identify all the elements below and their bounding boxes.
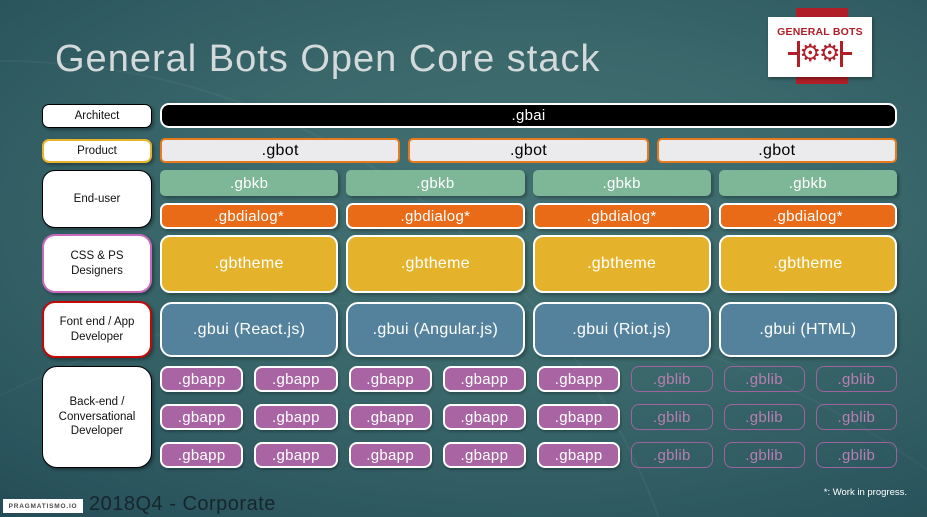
role-label-end-user: End-user [42,170,152,228]
slide-canvas: General Bots Open Core stack GENERAL BOT… [0,0,927,517]
gear-icon: ⚙ ⚙ [788,39,852,69]
layer-row-gbai: .gbai [160,103,897,128]
stack-box-gbapp: .gbapp [537,366,621,392]
stack-box-gbtheme: .gbtheme [160,235,339,293]
role-label-text: Back-end / Conversational Developer [58,396,136,438]
stack-box-gbapp: .gbapp [442,366,526,392]
stack-box-gbkb: .gbkb [160,170,339,196]
role-label-architect: Architect [42,104,152,128]
stack-box-gbapp: .gbapp [442,442,526,468]
stack-box-gbapp: .gbapp [160,404,244,430]
stack-box-gbapp: .gbapp [537,442,621,468]
stack-box-gbapp: .gbapp [254,442,338,468]
layer-row-gbot: .gbot .gbot .gbot [160,138,897,163]
stack-box-gbot: .gbot [656,138,897,163]
stack-box-gblib: .gblib [815,442,897,468]
stack-box-gblib: .gblib [723,366,805,392]
stack-box-gblib: .gblib [631,366,713,392]
stack-box-gblib: .gblib [815,404,897,430]
stack-box-gbtheme: .gbtheme [532,235,711,293]
stack-box-gbui-riot: .gbui (Riot.js) [532,302,711,357]
stack-box-gblib: .gblib [723,442,805,468]
logo-text: GENERAL BOTS [777,25,863,38]
logo-tick-left [788,52,798,55]
stack-box-gbai: .gbai [160,103,897,128]
role-label-product: Product [42,139,152,163]
role-label-front-end-developer: Font end / App Developer [42,301,152,358]
stack-box-gbdialog: .gbdialog* [160,203,339,229]
stack-box-gbtheme: .gbtheme [346,235,525,293]
stack-box-gbui-html: .gbui (HTML) [718,302,897,357]
gear-icon: ⚙ [819,39,841,67]
layer-row-backend-2: .gbapp .gbapp .gbapp .gbapp .gbapp .gbli… [160,404,897,430]
role-label-css-ps-designers: CSS & PS Designers [42,234,152,293]
stack-box-gbtheme: .gbtheme [718,235,897,293]
stack-box-gbdialog: .gbdialog* [532,203,711,229]
gear-icon: ⚙ [799,39,821,67]
stack-box-gblib: .gblib [723,404,805,430]
role-label-text: CSS & PS Designers [70,250,124,277]
layer-row-gbkb: .gbkb .gbkb .gbkb .gbkb [160,170,897,196]
role-label-text: Font end / App Developer [59,316,135,343]
role-label-back-end-developer: Back-end / Conversational Developer [42,366,152,468]
work-in-progress-footnote: *: Work in progress. [823,487,907,498]
stack-box-gbapp: .gbapp [254,404,338,430]
stack-box-gbkb: .gbkb [346,170,525,196]
stack-box-gbapp: .gbapp [160,442,244,468]
stack-box-gbapp: .gbapp [442,404,526,430]
layer-row-gbui: .gbui (React.js) .gbui (Angular.js) .gbu… [160,302,897,357]
stack-box-gbui-angular: .gbui (Angular.js) [346,302,525,357]
layer-row-gbtheme: .gbtheme .gbtheme .gbtheme .gbtheme [160,235,897,293]
stack-box-gbdialog: .gbdialog* [346,203,525,229]
stack-box-gbapp: .gbapp [348,366,432,392]
stack-box-gblib: .gblib [815,366,897,392]
page-title: General Bots Open Core stack [55,38,601,80]
stack-box-gbapp: .gbapp [348,404,432,430]
slide-footer-label: 2018Q4 - Corporate [89,493,276,515]
general-bots-logo: GENERAL BOTS ⚙ ⚙ [768,17,872,77]
stack-box-gbdialog: .gbdialog* [718,203,897,229]
stack-box-gblib: .gblib [631,442,713,468]
layer-row-backend-1: .gbapp .gbapp .gbapp .gbapp .gbapp .gbli… [160,366,897,392]
stack-box-gbkb: .gbkb [718,170,897,196]
stack-box-gbot: .gbot [408,138,649,163]
role-label-text: Architect [74,109,120,122]
stack-box-gblib: .gblib [631,404,713,430]
role-label-text: End-user [73,192,121,205]
stack-box-gbapp: .gbapp [348,442,432,468]
stack-box-gbapp: .gbapp [160,366,244,392]
stack-box-gbapp: .gbapp [537,404,621,430]
stack-box-gbkb: .gbkb [532,170,711,196]
layer-row-backend-3: .gbapp .gbapp .gbapp .gbapp .gbapp .gbli… [160,442,897,468]
pragmatismo-brand-badge: PRAGMATISMO.IO [3,499,83,513]
logo-tick-right [842,52,852,55]
role-label-text: Product [77,144,117,157]
stack-box-gbapp: .gbapp [254,366,338,392]
stack-box-gbot: .gbot [160,138,401,163]
stack-box-gbui-react: .gbui (React.js) [160,302,339,357]
layer-row-gbdialog: .gbdialog* .gbdialog* .gbdialog* .gbdial… [160,203,897,229]
